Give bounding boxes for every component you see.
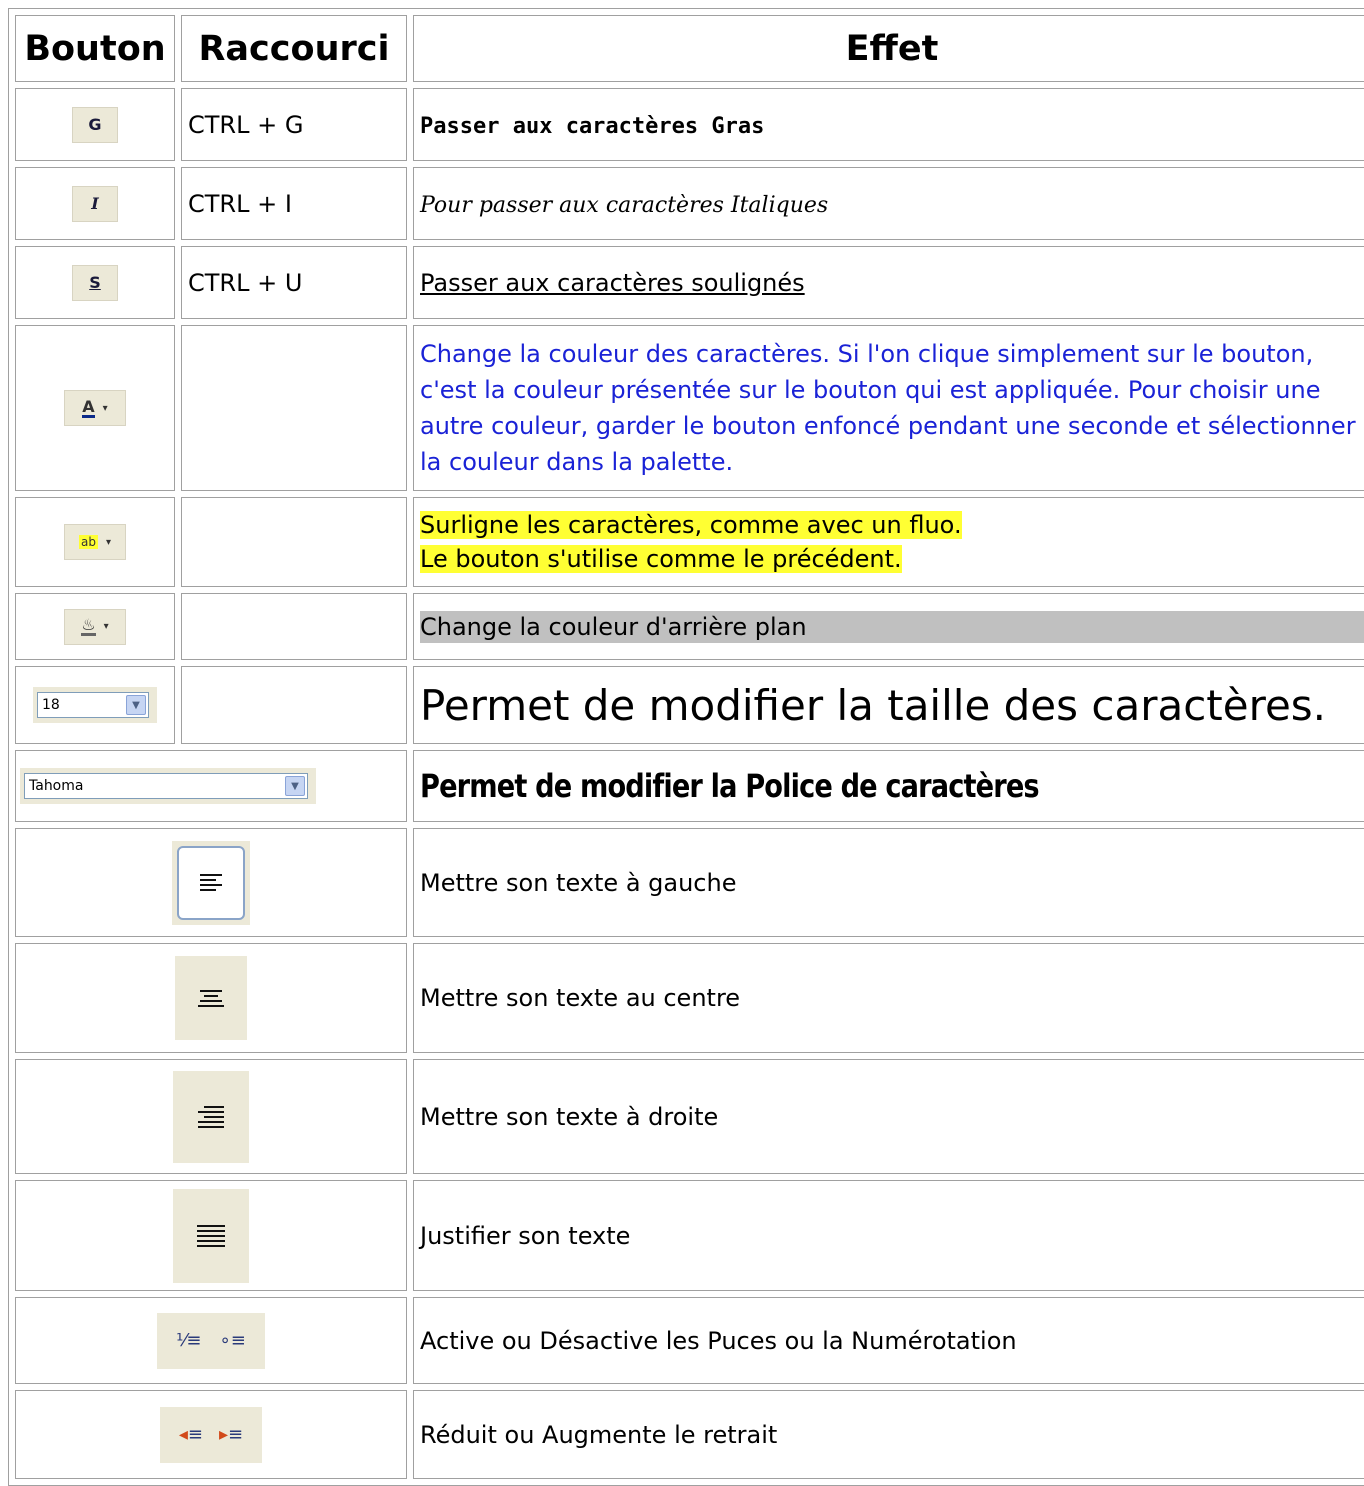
effect-cell: Permet de modifier la Police de caractèr…: [413, 750, 1364, 822]
effect-cell: Passer aux caractères Gras: [413, 88, 1364, 161]
shortcut-cell: CTRL + I: [181, 167, 407, 240]
table-row: I CTRL + I Pour passer aux caractères It…: [15, 167, 1364, 240]
effect-text: Change la couleur d'arrière plan: [420, 610, 1364, 643]
effect-cell: Mettre son texte à gauche: [413, 828, 1364, 937]
table-row: Mettre son texte au centre: [15, 943, 1364, 1053]
effect-cell: Active ou Désactive les Puces ou la Numé…: [413, 1297, 1364, 1384]
bold-button-icon[interactable]: G: [72, 106, 118, 143]
effect-text: Passer aux caractères soulignés: [420, 268, 805, 297]
effect-text-line1: Surligne les caractères, comme avec un f…: [420, 511, 962, 539]
shortcut-reference-table: Bouton Raccourci Effet G CTRL + G Passer…: [8, 8, 1364, 1486]
font-color-icon: A: [82, 396, 95, 418]
table-row: ◂≡ ▸≡ Réduit ou Augmente le retrait: [15, 1390, 1364, 1479]
effect-cell: Mettre son texte au centre: [413, 943, 1364, 1053]
align-center-icon: [198, 989, 224, 1007]
table-row: S CTRL + U Passer aux caractères soulign…: [15, 246, 1364, 319]
font-size-value: 18: [42, 697, 60, 713]
highlight-button[interactable]: ab ▾: [64, 524, 126, 560]
shortcut-cell: CTRL + G: [181, 88, 407, 161]
align-center-cell: [15, 943, 407, 1053]
indent-cell: ◂≡ ▸≡: [15, 1390, 407, 1479]
chevron-down-icon: ▾: [103, 621, 109, 632]
effect-cell: Change la couleur d'arrière plan: [413, 593, 1364, 660]
table-row: Mettre son texte à droite: [15, 1059, 1364, 1174]
table-row: Tahoma ▼ Permet de modifier la Police de…: [15, 750, 1364, 822]
italic-button-icon[interactable]: I: [72, 185, 118, 222]
effect-text: Pour passer aux caractères Italiques: [420, 192, 829, 218]
table-row: A ▾ Change la couleur des caractères. Si…: [15, 325, 1364, 491]
effect-text: Permet de modifier la Police de caractèr…: [420, 767, 1040, 805]
shortcut-cell: [181, 325, 407, 491]
font-family-value: Tahoma: [29, 778, 84, 794]
effect-cell: Pour passer aux caractères Italiques: [413, 167, 1364, 240]
justify-button[interactable]: [173, 1188, 249, 1283]
table-row: G CTRL + G Passer aux caractères Gras: [15, 88, 1364, 161]
align-left-button[interactable]: [172, 840, 250, 925]
bullet-list-icon[interactable]: ∘≡: [219, 1330, 245, 1351]
header-effet: Effet: [413, 15, 1364, 82]
underline-button-icon[interactable]: S: [72, 264, 118, 301]
highlight-cell: ab ▾: [15, 497, 175, 587]
indent-buttons: ◂≡ ▸≡: [160, 1406, 262, 1463]
table-row: Mettre son texte à gauche: [15, 828, 1364, 937]
header-bouton: Bouton: [15, 15, 175, 82]
font-size-select[interactable]: 18 ▼: [33, 687, 157, 723]
shortcut-cell: [181, 497, 407, 587]
table-row: ab ▾ Surligne les caractères, comme avec…: [15, 497, 1364, 587]
justify-icon: [197, 1224, 225, 1247]
effect-text: Passer aux caractères Gras: [420, 113, 765, 139]
font-color-cell: A ▾: [15, 325, 175, 491]
list-cell: ⅟≡ ∘≡: [15, 1297, 407, 1384]
effect-cell: Change la couleur des caractères. Si l'o…: [413, 325, 1364, 491]
align-center-button[interactable]: [175, 956, 247, 1040]
effect-cell: Permet de modifier la taille des caractè…: [413, 666, 1364, 744]
align-left-cell: [15, 828, 407, 937]
background-color-icon: ♨: [81, 615, 96, 636]
font-family-select[interactable]: Tahoma ▼: [20, 768, 316, 804]
align-left-icon: [200, 874, 222, 891]
table-row: ♨ ▾ Change la couleur d'arrière plan: [15, 593, 1364, 660]
align-right-icon: [198, 1105, 224, 1128]
effect-text: Change la couleur des caractères. Si l'o…: [420, 340, 1356, 476]
table-header-row: Bouton Raccourci Effet: [15, 15, 1364, 82]
decrease-indent-icon[interactable]: ◂≡: [179, 1424, 203, 1445]
chevron-down-icon[interactable]: ▼: [285, 776, 305, 796]
italic-cell: I: [15, 167, 175, 240]
table-row: Justifier son texte: [15, 1180, 1364, 1291]
list-buttons: ⅟≡ ∘≡: [157, 1312, 265, 1369]
shortcut-cell: CTRL + U: [181, 246, 407, 319]
effect-cell: Justifier son texte: [413, 1180, 1364, 1291]
shortcut-cell: [181, 593, 407, 660]
increase-indent-icon[interactable]: ▸≡: [219, 1424, 243, 1445]
effect-text-line2: Le bouton s'utilise comme le précédent.: [420, 545, 902, 573]
chevron-down-icon: ▾: [105, 536, 111, 548]
highlight-icon: ab: [78, 535, 98, 549]
effect-cell: Passer aux caractères soulignés: [413, 246, 1364, 319]
bold-cell: G: [15, 88, 175, 161]
table-row: ⅟≡ ∘≡ Active ou Désactive les Puces ou l…: [15, 1297, 1364, 1384]
align-right-button[interactable]: [173, 1070, 249, 1163]
background-color-button[interactable]: ♨ ▾: [64, 608, 126, 645]
effect-text: Permet de modifier la taille des caractè…: [420, 680, 1327, 730]
underline-cell: S: [15, 246, 175, 319]
font-family-cell: Tahoma ▼: [15, 750, 407, 822]
align-right-cell: [15, 1059, 407, 1174]
justify-cell: [15, 1180, 407, 1291]
chevron-down-icon: ▾: [102, 402, 108, 414]
table-row: 18 ▼ Permet de modifier la taille des ca…: [15, 666, 1364, 744]
effect-cell: Surligne les caractères, comme avec un f…: [413, 497, 1364, 587]
effect-cell: Réduit ou Augmente le retrait: [413, 1390, 1364, 1479]
shortcut-cell: [181, 666, 407, 744]
background-color-cell: ♨ ▾: [15, 593, 175, 660]
header-raccourci: Raccourci: [181, 15, 407, 82]
font-color-button[interactable]: A ▾: [64, 390, 126, 426]
numbered-list-icon[interactable]: ⅟≡: [176, 1330, 201, 1351]
effect-cell: Mettre son texte à droite: [413, 1059, 1364, 1174]
font-size-cell: 18 ▼: [15, 666, 175, 744]
chevron-down-icon[interactable]: ▼: [126, 695, 146, 715]
